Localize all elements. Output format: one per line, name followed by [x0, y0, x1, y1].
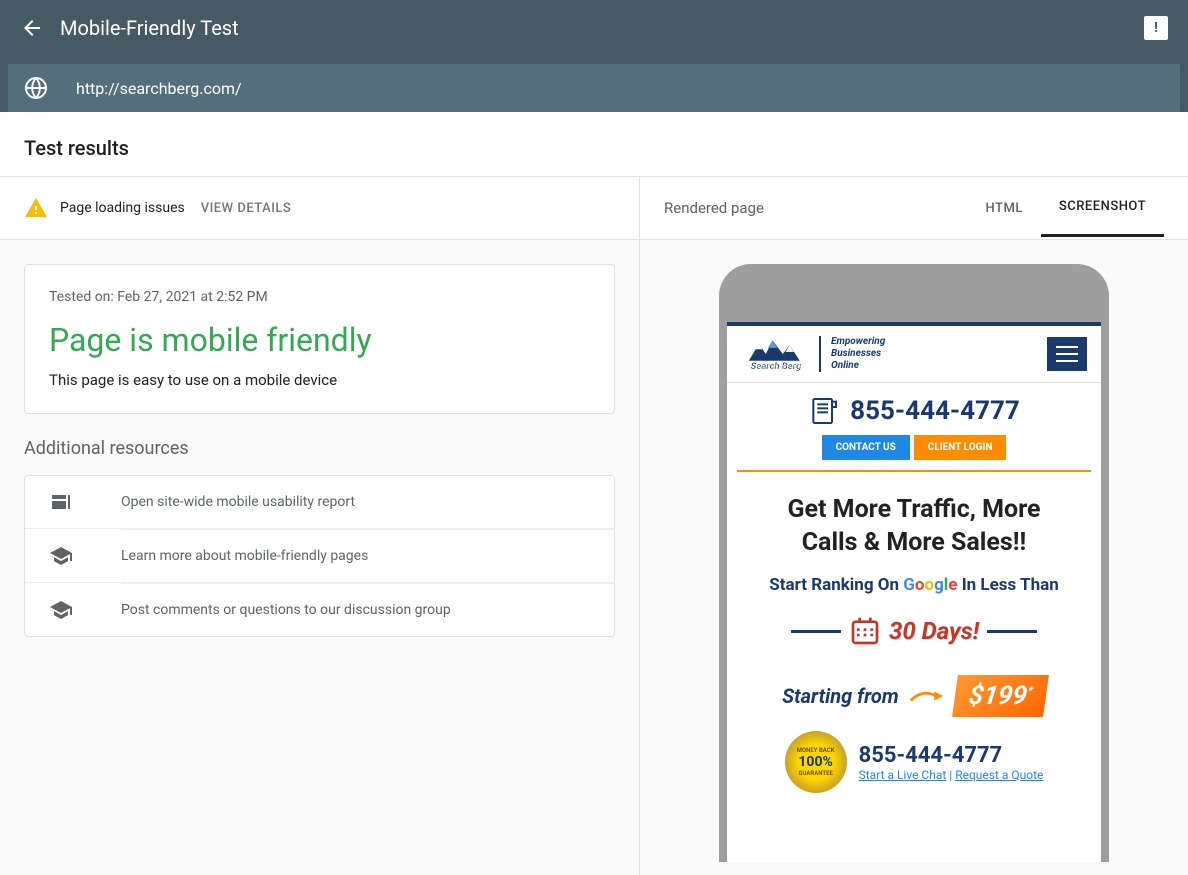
url-text: http://searchberg.com/: [76, 79, 242, 98]
issues-label: Page loading issues: [60, 200, 185, 216]
preview-tagline: Empowering: [831, 336, 885, 348]
preview-hero-subtitle: Start Ranking On Google In Less Than: [741, 575, 1087, 595]
preview-30days-text: 30 Days!: [889, 617, 979, 645]
phone-screen: Search Berg Empowering Businesses Online…: [727, 322, 1101, 862]
resource-discussion[interactable]: Post comments or questions to our discus…: [25, 584, 614, 636]
svg-text:Search Berg: Search Berg: [751, 361, 802, 371]
preview-login-button: CLIENT LOGIN: [914, 435, 1007, 460]
phone-preview-frame: Search Berg Empowering Businesses Online…: [719, 264, 1109, 862]
result-title: Page is mobile friendly: [49, 321, 590, 359]
mountain-icon: Search Berg: [741, 337, 811, 371]
additional-resources-title: Additional resources: [24, 438, 615, 459]
result-description: This page is easy to use on a mobile dev…: [49, 371, 590, 389]
tab-html[interactable]: HTML: [968, 181, 1041, 236]
issues-bar: Page loading issues VIEW DETAILS: [0, 177, 639, 240]
school-icon: [49, 598, 73, 622]
globe-icon: [24, 76, 48, 100]
preview-footer-links: Start a Live Chat | Request a Quote: [859, 768, 1044, 782]
arrow-icon: [909, 686, 945, 706]
feedback-icon[interactable]: !: [1144, 16, 1168, 40]
phone-icon: [808, 395, 840, 427]
preview-contact-button: CONTACT US: [822, 435, 910, 460]
url-input-bar[interactable]: http://searchberg.com/: [8, 64, 1180, 112]
preview-tagline: Online: [831, 360, 885, 372]
school-icon: [49, 544, 73, 568]
guarantee-badge-icon: MONEY BACK 100% GUARANTEE: [785, 731, 847, 793]
preview-hero-title: Get More Traffic, More Calls & More Sale…: [741, 494, 1087, 559]
resource-learn-more[interactable]: Learn more about mobile-friendly pages: [25, 530, 614, 583]
results-header: Test results: [24, 136, 1164, 160]
preview-starting-from: Starting from: [782, 684, 899, 708]
preview-hamburger-icon: [1047, 337, 1087, 371]
preview-logo: Search Berg Empowering Businesses Online: [741, 336, 885, 372]
page-title: Mobile-Friendly Test: [60, 16, 1144, 40]
preview-tagline: Businesses: [831, 348, 885, 360]
preview-price-badge: $199*: [952, 675, 1049, 717]
preview-footer-phone: 855-444-4777: [859, 743, 1044, 768]
resource-label: Post comments or questions to our discus…: [121, 602, 451, 618]
back-arrow-icon[interactable]: [20, 16, 44, 40]
view-details-link[interactable]: VIEW DETAILS: [201, 201, 292, 216]
resource-label: Open site-wide mobile usability report: [121, 494, 355, 510]
rendered-page-label: Rendered page: [664, 199, 968, 217]
resource-label: Learn more about mobile-friendly pages: [121, 548, 368, 564]
tested-on-text: Tested on: Feb 27, 2021 at 2:52 PM: [49, 289, 590, 305]
report-icon: [49, 490, 73, 514]
preview-phone-number: 855-444-4777: [850, 396, 1020, 426]
calendar-icon: [849, 615, 881, 647]
tab-screenshot[interactable]: SCREENSHOT: [1041, 179, 1164, 237]
resource-usability-report[interactable]: Open site-wide mobile usability report: [25, 476, 614, 529]
result-card: Tested on: Feb 27, 2021 at 2:52 PM Page …: [24, 264, 615, 414]
warning-icon: [24, 196, 48, 220]
